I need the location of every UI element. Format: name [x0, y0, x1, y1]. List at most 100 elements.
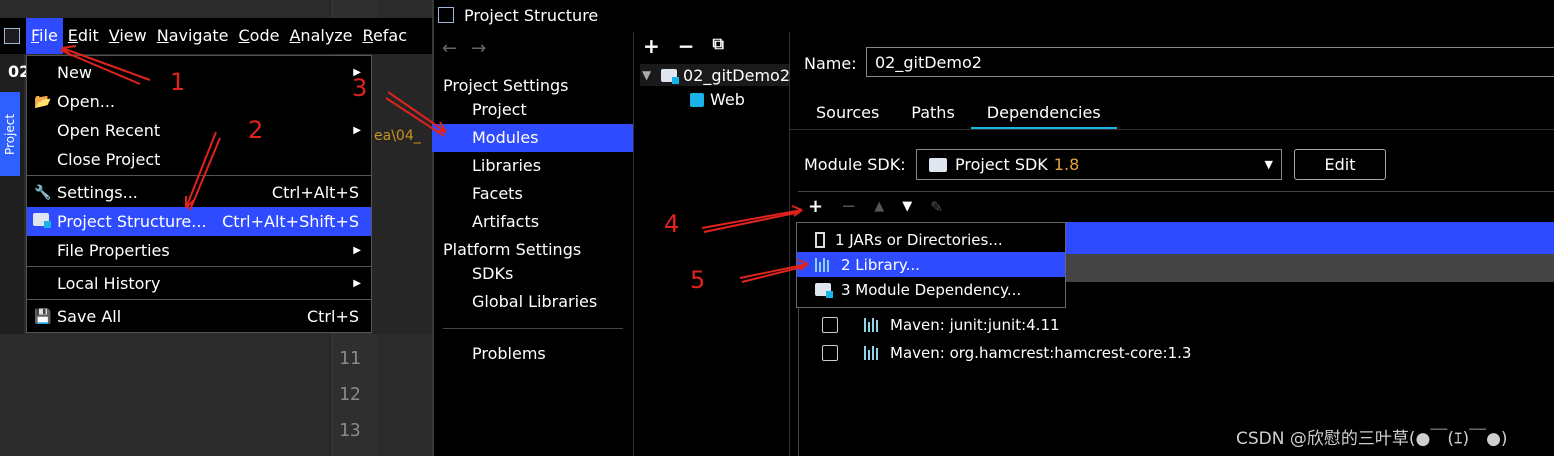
menu-item-file-properties[interactable]: File Properties ▶ [27, 236, 371, 265]
menu-item-settings[interactable]: 🔧 Settings... Ctrl+Alt+S [27, 178, 371, 207]
annotation-label: 3 [352, 74, 368, 102]
project-settings-header: Project Settings [443, 76, 569, 95]
annotation-label: 4 [664, 210, 680, 238]
module-folder-icon [815, 282, 833, 298]
menu-view[interactable]: View [104, 18, 152, 54]
forward-arrow-icon[interactable]: → [471, 38, 500, 59]
intellij-icon [4, 28, 20, 44]
submenu-arrow-icon: ▶ [353, 125, 361, 136]
nav-item-modules[interactable]: Modules [432, 124, 633, 152]
table-row[interactable] [1066, 222, 1554, 254]
module-folder-icon [661, 68, 679, 84]
project-tool-tab[interactable]: Project [0, 92, 20, 176]
add-dependency-icon[interactable]: + [808, 196, 823, 217]
menu-analyze[interactable]: Analyze [284, 18, 357, 54]
move-up-icon[interactable]: ▲ [874, 199, 884, 214]
nav-item-artifacts[interactable]: Artifacts [432, 208, 633, 236]
web-facet-icon [690, 92, 704, 107]
chevron-down-icon[interactable]: ▼ [642, 68, 651, 82]
export-checkbox[interactable] [822, 345, 838, 361]
nav-item-problems[interactable]: Problems [432, 340, 633, 368]
menu-item-close-project[interactable]: Close Project [27, 145, 371, 174]
dependency-label: Maven: org.hamcrest:hamcrest-core:1.3 [890, 344, 1192, 362]
library-icon [864, 346, 882, 360]
annotation-label: 2 [248, 116, 264, 144]
tree-node-web[interactable]: Web [690, 90, 745, 109]
menu-item-open[interactable]: 📂 Open... [27, 87, 371, 116]
folder-open-icon: 📂 [34, 93, 52, 110]
watermark: CSDN @欣慰的三叶草(●￣(ｴ)￣●) [1236, 429, 1508, 449]
nav-arrows: ←→ [442, 38, 500, 59]
popup-item-library[interactable]: 2 Library... [797, 252, 1065, 277]
line-number: 12 [339, 384, 361, 405]
menu-item-open-recent[interactable]: Open Recent ▶ [27, 116, 371, 145]
tab-sources[interactable]: Sources [800, 98, 895, 130]
add-icon[interactable]: + [643, 34, 660, 58]
menu-navigate[interactable]: Navigate [152, 18, 234, 54]
tab-dependencies[interactable]: Dependencies [970, 98, 1117, 130]
tabs-divider [790, 129, 1554, 130]
module-tabs: Sources Paths Dependencies [800, 98, 1117, 130]
dependency-row-hamcrest[interactable]: Maven: org.hamcrest:hamcrest-core:1.3 [822, 344, 1191, 362]
column-separator [789, 32, 790, 456]
annotation-label: 5 [690, 266, 706, 294]
intellij-icon [438, 7, 454, 23]
tree-node-label: 02_gitDemo2 [683, 65, 790, 85]
jar-icon [815, 231, 825, 248]
table-row[interactable] [1066, 254, 1554, 282]
annotation-label: 1 [170, 68, 186, 96]
column-separator [633, 32, 634, 456]
project-structure-icon [33, 213, 53, 230]
path-fragment: ea\04_ [374, 128, 421, 144]
dialog-title-bar: Project Structure [438, 4, 598, 26]
edit-sdk-button[interactable]: Edit [1294, 149, 1386, 180]
remove-icon[interactable]: − [678, 34, 695, 58]
edit-pencil-icon[interactable]: ✎ [930, 198, 943, 216]
menu-separator [27, 266, 371, 267]
nav-item-project[interactable]: Project [432, 96, 633, 124]
menu-bar: File Edit View Navigate Code Analyze Ref… [0, 18, 432, 54]
dependency-row-junit[interactable]: Maven: junit:junit:4.11 [822, 316, 1060, 334]
popup-item-jars[interactable]: 1 JARs or Directories... [797, 227, 1065, 252]
name-label: Name: [804, 54, 857, 73]
menu-item-project-structure[interactable]: Project Structure... Ctrl+Alt+Shift+S [27, 207, 371, 236]
nav-item-libraries[interactable]: Libraries [432, 152, 633, 180]
menu-code[interactable]: Code [234, 18, 285, 54]
nav-item-global-libraries[interactable]: Global Libraries [432, 288, 633, 316]
module-name-field[interactable] [866, 47, 1554, 77]
menu-item-local-history[interactable]: Local History ▶ [27, 269, 371, 298]
nav-separator [443, 328, 623, 329]
move-down-icon[interactable]: ▼ [902, 199, 912, 214]
menu-file[interactable]: File [26, 18, 63, 54]
menu-item-new[interactable]: New ▶ [27, 58, 371, 87]
tree-node-module[interactable]: ▼ 02_gitDemo2 [640, 64, 790, 86]
dependency-label: Maven: junit:junit:4.11 [890, 316, 1060, 334]
menu-separator [27, 175, 371, 176]
module-sdk-label: Module SDK: [804, 155, 906, 174]
module-sdk-select[interactable]: Project SDK 1.8 ▼ [916, 149, 1282, 180]
copy-icon[interactable]: ⧉ [713, 34, 724, 58]
sdk-version: 1.8 [1053, 155, 1080, 174]
chevron-down-icon: ▼ [1264, 158, 1273, 171]
library-icon [864, 318, 882, 332]
submenu-arrow-icon: ▶ [353, 245, 361, 256]
remove-icon[interactable]: − [841, 196, 856, 217]
library-icon [815, 257, 833, 272]
dialog-title: Project Structure [464, 5, 599, 25]
nav-item-facets[interactable]: Facets [432, 180, 633, 208]
menu-item-save-all[interactable]: 💾 Save All Ctrl+S [27, 302, 371, 331]
editor-area [372, 54, 432, 334]
menu-refactor[interactable]: Refac [358, 18, 412, 54]
tab-paths[interactable]: Paths [895, 98, 970, 130]
add-dependency-popup: 1 JARs or Directories... 2 Library... 3 … [796, 222, 1066, 308]
nav-item-sdks[interactable]: SDKs [432, 260, 633, 288]
line-number: 13 [339, 420, 361, 441]
popup-item-module-dependency[interactable]: 3 Module Dependency... [797, 277, 1065, 302]
back-arrow-icon[interactable]: ← [442, 38, 471, 59]
sdk-value: Project SDK [955, 155, 1048, 174]
line-number: 11 [339, 348, 361, 369]
menu-separator [27, 299, 371, 300]
tree-node-label: Web [710, 90, 745, 109]
export-checkbox[interactable] [822, 317, 838, 333]
menu-edit[interactable]: Edit [63, 18, 104, 54]
